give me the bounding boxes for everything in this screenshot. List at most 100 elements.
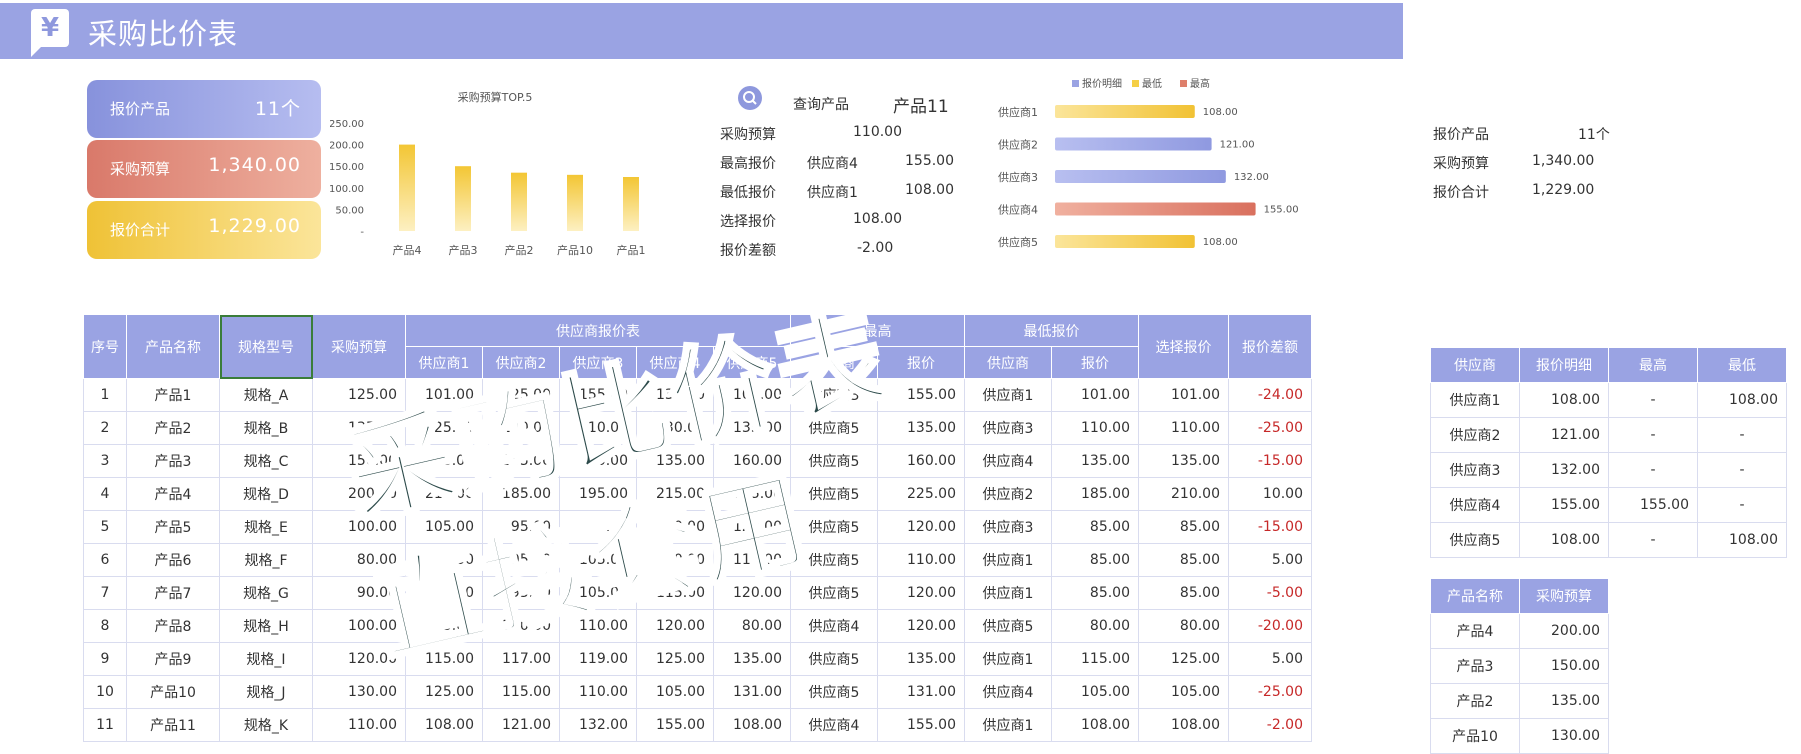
- table-cell[interactable]: 4: [83, 477, 127, 511]
- table-cell[interactable]: 185.00: [482, 477, 560, 511]
- table-cell[interactable]: 供应商4: [1430, 487, 1520, 523]
- table-cell[interactable]: 120.00: [877, 576, 965, 610]
- table-cell[interactable]: 产品1: [126, 378, 220, 412]
- col-spec[interactable]: 规格型号: [219, 314, 313, 379]
- table-cell[interactable]: 130.00: [312, 675, 406, 709]
- table-cell[interactable]: 135.00: [1138, 444, 1229, 478]
- table-cell[interactable]: 110.00: [559, 675, 637, 709]
- table-cell[interactable]: 125.00: [405, 411, 483, 445]
- table-cell[interactable]: 95.00: [482, 543, 560, 577]
- table-cell[interactable]: 5.00: [1228, 642, 1312, 676]
- table-cell[interactable]: 225.00: [713, 477, 791, 511]
- col-supplier1[interactable]: 供应商1: [405, 346, 483, 379]
- col-max-price[interactable]: 报价: [877, 346, 965, 379]
- table-cell[interactable]: 供应商5: [790, 576, 878, 610]
- table-cell[interactable]: 供应商5: [790, 543, 878, 577]
- table-cell[interactable]: 100.00: [482, 609, 560, 643]
- group-supplier-quotes[interactable]: 供应商报价表: [405, 314, 791, 347]
- table-cell[interactable]: 80.00: [713, 609, 791, 643]
- table-cell[interactable]: 150.00: [1519, 648, 1609, 684]
- table-cell[interactable]: 131.00: [713, 675, 791, 709]
- table-cell[interactable]: 135.00: [312, 411, 406, 445]
- bar[interactable]: [1055, 235, 1195, 248]
- table-cell[interactable]: 117.00: [482, 642, 560, 676]
- table-cell[interactable]: 85.00: [1051, 576, 1139, 610]
- table-cell[interactable]: 产品4: [126, 477, 220, 511]
- table-cell[interactable]: 135.00: [1519, 683, 1609, 719]
- table-cell[interactable]: 供应商5: [790, 477, 878, 511]
- table-cell[interactable]: 95.00: [482, 510, 560, 544]
- table-cell[interactable]: 150.00: [312, 444, 406, 478]
- bar[interactable]: [623, 177, 639, 231]
- col-header[interactable]: 供应商: [1430, 347, 1520, 383]
- bar[interactable]: [1055, 137, 1212, 151]
- table-cell[interactable]: 80.00: [312, 543, 406, 577]
- table-cell[interactable]: 115.00: [405, 642, 483, 676]
- table-cell[interactable]: 120.00: [713, 510, 791, 544]
- table-cell[interactable]: 105.00: [405, 510, 483, 544]
- table-cell[interactable]: 80.00: [1051, 609, 1139, 643]
- table-cell[interactable]: 规格_G: [219, 576, 313, 610]
- table-cell[interactable]: 130.00: [636, 411, 714, 445]
- table-cell[interactable]: 85.00: [405, 543, 483, 577]
- table-cell[interactable]: 供应商5: [790, 642, 878, 676]
- table-cell[interactable]: 210.00: [405, 477, 483, 511]
- table-cell[interactable]: 8: [83, 609, 127, 643]
- table-cell[interactable]: 规格_H: [219, 609, 313, 643]
- table-cell[interactable]: 6: [83, 543, 127, 577]
- table-cell[interactable]: 185.00: [1051, 477, 1139, 511]
- table-cell[interactable]: 85.00: [405, 576, 483, 610]
- bar[interactable]: [1055, 105, 1195, 118]
- col-supplier4[interactable]: 供应商4: [636, 346, 714, 379]
- table-cell[interactable]: 规格_J: [219, 675, 313, 709]
- table-cell[interactable]: 供应商2: [964, 477, 1052, 511]
- table-cell[interactable]: 155.00: [405, 444, 483, 478]
- table-cell[interactable]: 规格_K: [219, 708, 313, 742]
- table-cell[interactable]: 155.00: [1519, 487, 1609, 523]
- table-cell[interactable]: 供应商1: [964, 543, 1052, 577]
- table-cell[interactable]: -15.00: [1228, 510, 1312, 544]
- table-cell[interactable]: 80.00: [1138, 609, 1229, 643]
- table-cell[interactable]: 110.00: [1138, 411, 1229, 445]
- table-cell[interactable]: -15.00: [1228, 444, 1312, 478]
- table-cell[interactable]: -25.00: [1228, 411, 1312, 445]
- col-supplier2[interactable]: 供应商2: [482, 346, 560, 379]
- col-min-supplier[interactable]: 供应商: [964, 346, 1052, 379]
- table-cell[interactable]: 135.00: [877, 642, 965, 676]
- table-cell[interactable]: 160.00: [877, 444, 965, 478]
- table-cell[interactable]: 108.00: [1697, 522, 1787, 558]
- table-cell[interactable]: 155.00: [1608, 487, 1698, 523]
- table-cell[interactable]: 供应商4: [964, 675, 1052, 709]
- table-cell[interactable]: 10.00: [1228, 477, 1312, 511]
- table-cell[interactable]: 产品3: [126, 444, 220, 478]
- table-cell[interactable]: 135.00: [713, 411, 791, 445]
- table-cell[interactable]: 100.00: [312, 609, 406, 643]
- table-cell[interactable]: 产品10: [126, 675, 220, 709]
- table-cell[interactable]: 101.00: [1138, 378, 1229, 412]
- table-cell[interactable]: 供应商1: [964, 576, 1052, 610]
- table-cell[interactable]: 131.00: [877, 675, 965, 709]
- table-cell[interactable]: 95.00: [482, 576, 560, 610]
- table-cell[interactable]: 110.00: [1051, 411, 1139, 445]
- table-cell[interactable]: -20.00: [1228, 609, 1312, 643]
- table-cell[interactable]: 110.00: [636, 510, 714, 544]
- table-cell[interactable]: 供应商1: [964, 378, 1052, 412]
- table-cell[interactable]: -: [1608, 522, 1698, 558]
- table-cell[interactable]: 135.00: [636, 444, 714, 478]
- table-cell[interactable]: 产品11: [126, 708, 220, 742]
- table-cell[interactable]: 100.00: [636, 543, 714, 577]
- table-cell[interactable]: 105.00: [1051, 675, 1139, 709]
- table-cell[interactable]: 135.00: [1051, 444, 1139, 478]
- table-cell[interactable]: 125.00: [312, 378, 406, 412]
- table-cell[interactable]: 108.00: [1138, 708, 1229, 742]
- table-cell[interactable]: 90.00: [312, 576, 406, 610]
- table-cell[interactable]: 195.00: [559, 477, 637, 511]
- col-min-price[interactable]: 报价: [1051, 346, 1139, 379]
- table-cell[interactable]: 120.00: [312, 642, 406, 676]
- table-cell[interactable]: 155.00: [636, 708, 714, 742]
- table-cell[interactable]: 135.00: [636, 378, 714, 412]
- table-cell[interactable]: -2.00: [1228, 708, 1312, 742]
- table-cell[interactable]: 产品5: [126, 510, 220, 544]
- table-cell[interactable]: 产品6: [126, 543, 220, 577]
- col-supplier5[interactable]: 供应商5: [713, 346, 791, 379]
